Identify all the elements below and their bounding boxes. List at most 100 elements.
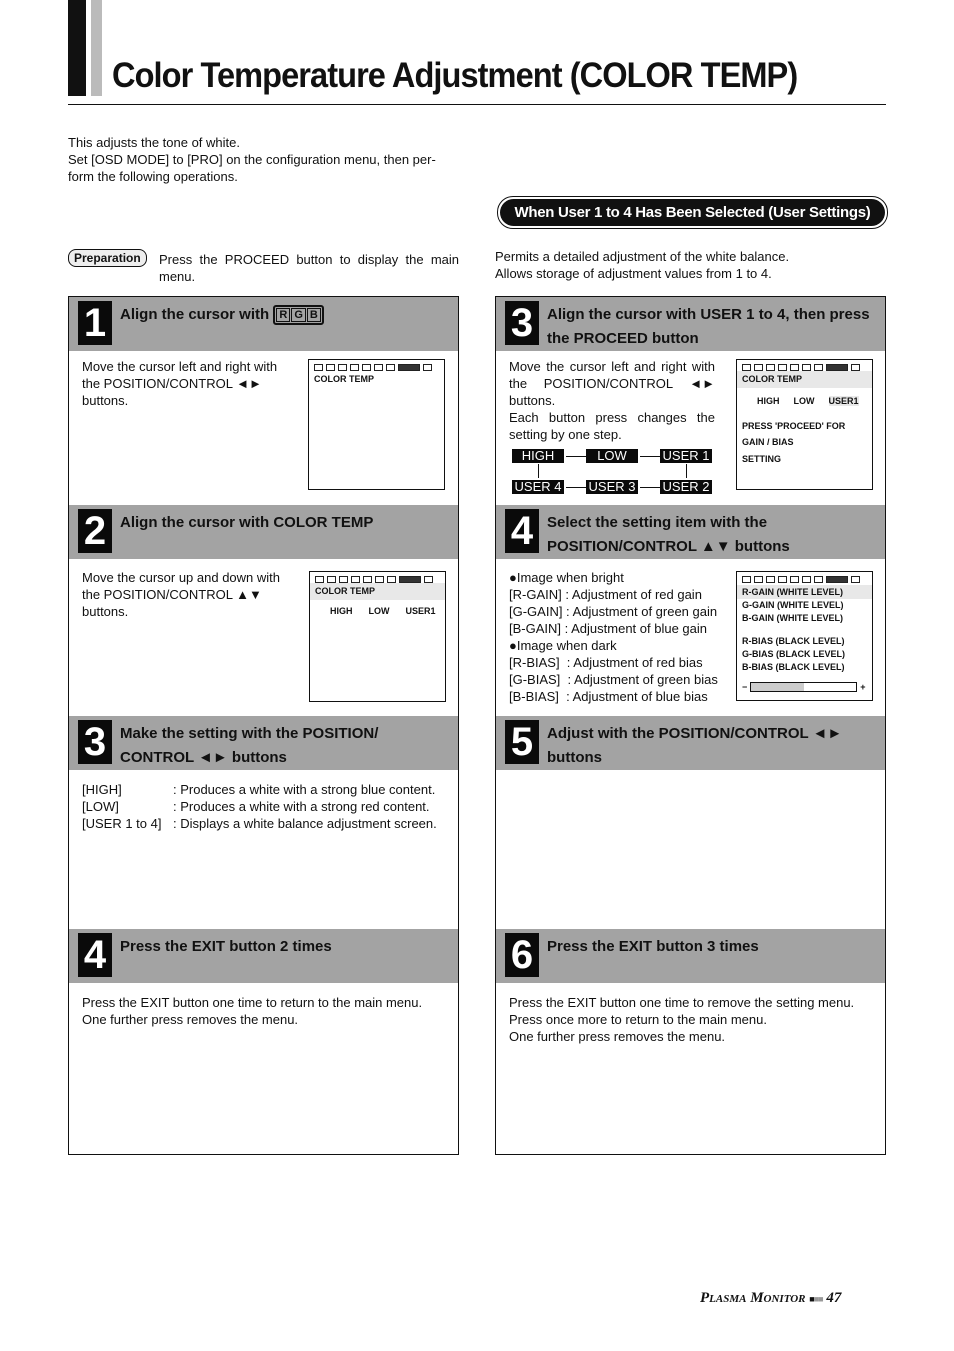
osd-line: PRESS 'PROCEED' FOR (742, 420, 846, 431)
osd-option: USER1 (405, 605, 436, 616)
step-number: 4 (78, 933, 112, 977)
osd-option: LOW (368, 605, 390, 616)
body-line: One further press removes the menu. (509, 1029, 726, 1044)
osd-screen: COLOR TEMP HIGH LOW USER1 PRESS 'PROCEED' … (736, 359, 873, 490)
osd-line: SETTING (742, 453, 782, 464)
rgb-icon: RGB (273, 305, 324, 326)
cycle-user1: USER 1 (660, 449, 712, 463)
osd-option: HIGH (330, 605, 353, 616)
level-bar: − + (742, 682, 872, 692)
left-steps: 1 Align the cursor with RGB Move the cur… (68, 296, 459, 1155)
osd-icon-row (314, 364, 444, 371)
arrow-icon (640, 456, 660, 457)
footer: Plasma Monitor ■■■ 47 (700, 1290, 841, 1307)
osd-line: COLOR TEMP (737, 371, 872, 388)
body-line: One further press removes the menu. (82, 1012, 299, 1027)
title-bar-black (68, 0, 86, 96)
level-fill (751, 683, 804, 691)
body-line: ●Image when bright (509, 570, 624, 585)
b-letter: B (306, 308, 321, 323)
intro-line: form the following operations. (68, 169, 238, 184)
minus-icon: − (742, 682, 748, 692)
row-desc: : Produces a white with a strong red con… (173, 799, 430, 814)
intro-line: This adjusts the tone of white. (68, 135, 240, 150)
osd-icon-row (742, 576, 872, 583)
arrow-icon (538, 464, 539, 478)
intro: This adjusts the tone of white. Set [OSD… (68, 134, 463, 185)
step-number: 3 (78, 720, 112, 764)
body-line: ●Image when dark (509, 638, 617, 653)
osd-options: HIGH LOW USER1 (330, 606, 445, 616)
step-number: 4 (505, 509, 539, 553)
plus-icon: + (860, 682, 866, 692)
user-intro-line: Allows storage of adjustment values from… (495, 266, 772, 281)
osd-option-selected: USER1 (828, 395, 859, 406)
user-settings-banner: When User 1 to 4 Has Been Selected (User… (497, 196, 888, 229)
preparation-text: Press the PROCEED button to display the … (159, 252, 459, 284)
page-number: 47 (826, 1290, 842, 1306)
user-intro-line: Permits a detailed adjustment of the whi… (495, 249, 790, 264)
step-4-header: 4 Press the EXIT button 2 times (69, 929, 458, 983)
step-title: Align the cursor with USER 1 to 4, then … (547, 306, 870, 347)
step-3-header: 3 Make the setting with the POSITION/ CON… (69, 716, 458, 770)
body-line: [G-GAIN] : Adjustment of green gain (509, 604, 718, 619)
step-title: Make the setting with the POSITION/ CONT… (120, 725, 379, 766)
step-title: Press the EXIT button 2 times (120, 938, 332, 955)
osd-line: COLOR TEMP (314, 374, 374, 384)
row-key: [HIGH] (82, 782, 122, 797)
step-number: 6 (505, 933, 539, 977)
body-line: Press the EXIT button one time to return… (82, 995, 423, 1010)
step-4-header: 4 Select the setting item with the POSITI… (496, 505, 885, 559)
step-title: Align the cursor with COLOR TEMP (120, 514, 374, 531)
row-key: [LOW] (82, 799, 119, 814)
body-line: Press once more to return to the main me… (509, 1012, 767, 1027)
step-title: Select the setting item with the POSITIO… (547, 514, 790, 555)
arrow-icon (686, 464, 687, 478)
osd-line: B-GAIN (WHITE LEVEL) (742, 613, 843, 623)
step-body: Move the cursor left and right with the … (82, 359, 278, 408)
osd-option: HIGH (757, 395, 780, 406)
step-6-header: 6 Press the EXIT button 3 times (496, 929, 885, 983)
title-rule (68, 104, 886, 105)
cycle-low: LOW (586, 449, 638, 463)
body-line: [B-GAIN] : Adjustment of blue gain (509, 621, 707, 636)
step-body: Press the EXIT button one time to remove… (509, 994, 854, 1045)
page-title: Color Temperature Adjustment (COLOR TEMP… (112, 56, 798, 95)
step-title: Adjust with the POSITION/CONTROL ◄► butt… (547, 725, 843, 766)
osd-option: LOW (793, 395, 815, 406)
osd-line: R-GAIN (WHITE LEVEL) (737, 585, 872, 599)
osd-icon-row (315, 576, 445, 583)
footer-brand: Plasma Monitor (700, 1290, 806, 1306)
title-bar-gray (91, 0, 102, 96)
cycle-high: HIGH (512, 449, 564, 463)
cycle-user2: USER 2 (660, 480, 712, 494)
osd-line: B-BIAS (BLACK LEVEL) (742, 662, 845, 672)
step-title: Press the EXIT button 3 times (547, 938, 759, 955)
step-3-rows: [HIGH] : Produces a white with a strong b… (82, 781, 457, 832)
step-title: Align the cursor with RGB (120, 303, 448, 327)
g-letter: G (291, 308, 306, 323)
step-body: ●Image when bright [R-GAIN] : Adjustment … (509, 569, 718, 705)
body-line: [R-GAIN] : Adjustment of red gain (509, 587, 702, 602)
osd-line: G-GAIN (WHITE LEVEL) (742, 600, 844, 610)
row-desc: : Produces a white with a strong blue co… (173, 782, 436, 797)
user-intro: Permits a detailed adjustment of the whi… (495, 248, 789, 282)
osd-screen: R-GAIN (WHITE LEVEL) G-GAIN (WHITE LEVEL)… (736, 571, 873, 701)
row-key: [USER 1 to 4] (82, 816, 162, 831)
cycle-user3: USER 3 (586, 480, 638, 494)
banner-text: When User 1 to 4 Has Been Selected (User… (500, 199, 885, 226)
step-body: Press the EXIT button one time to return… (82, 994, 422, 1028)
body-line: Move the cursor left and right with the … (509, 359, 715, 408)
preparation-badge: Preparation (68, 249, 147, 267)
osd-icon-row (742, 364, 872, 371)
step-body: Move the cursor up and down with the POS… (82, 570, 280, 619)
step-number: 3 (505, 301, 539, 345)
body-line: Each button press changes the setting by… (509, 410, 715, 442)
body-line: [B-BIAS] : Adjustment of blue bias (509, 689, 708, 704)
step-1-header: 1 Align the cursor with RGB (69, 297, 458, 351)
step-5-header: 5 Adjust with the POSITION/CONTROL ◄► but… (496, 716, 885, 770)
level-track (750, 682, 858, 692)
step-number: 1 (78, 301, 112, 345)
arrow-icon (640, 487, 660, 488)
osd-line: R-BIAS (BLACK LEVEL) (742, 636, 845, 646)
